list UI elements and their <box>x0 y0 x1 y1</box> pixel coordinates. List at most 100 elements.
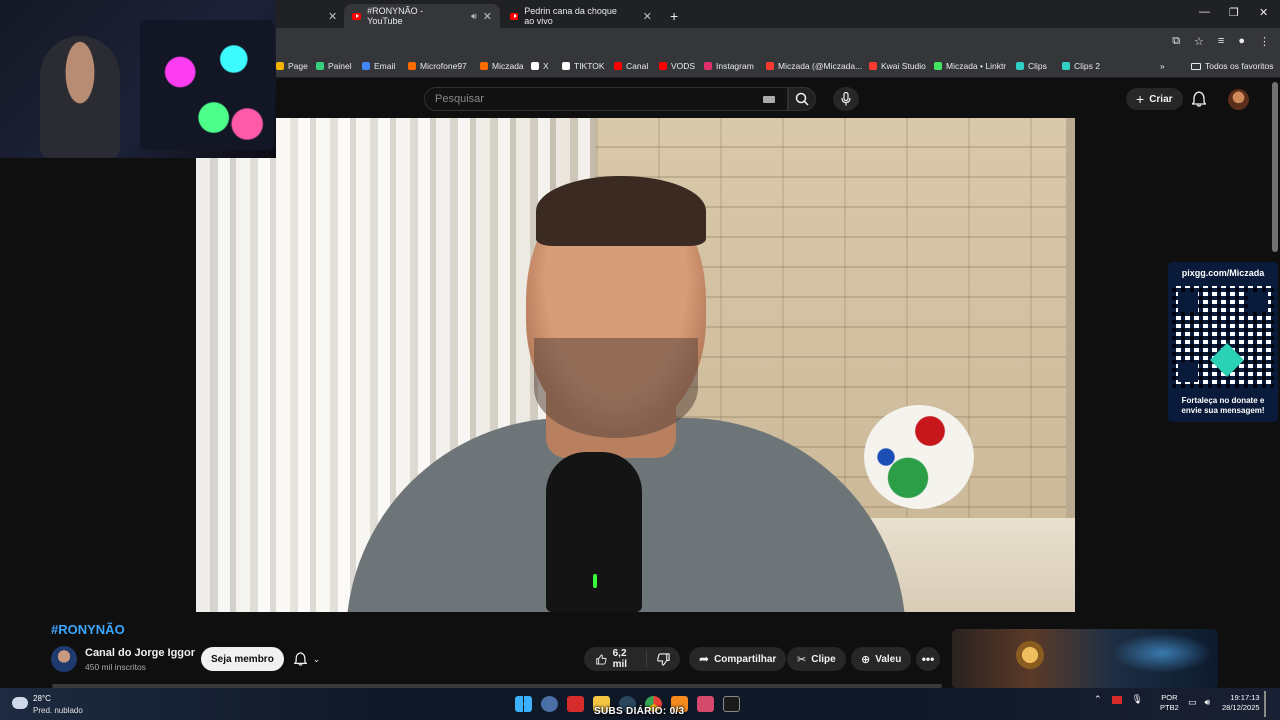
bookmark-label: Kwai Studio <box>881 61 926 71</box>
speaker-icon[interactable]: 🔊︎ <box>471 11 477 22</box>
clock-time: 19:17:13 <box>1230 693 1260 702</box>
video-frame-person-beard <box>534 338 698 438</box>
join-member-button[interactable]: Seja membro <box>201 647 284 671</box>
video-frame-microphone <box>546 452 642 612</box>
input-language[interactable]: POR PTB2 <box>1160 693 1179 713</box>
bookmark-favicon-icon <box>869 62 877 70</box>
video-title[interactable]: #RONYNÃO <box>51 622 125 637</box>
network-icon[interactable]: ▭ <box>1188 697 1197 708</box>
bookmark-item[interactable]: VODS <box>659 61 695 71</box>
system-clock[interactable]: 19:17:13 28/12/2025 <box>1222 693 1260 713</box>
new-tab-button[interactable]: + <box>662 4 682 28</box>
dark-app-icon[interactable] <box>723 696 740 712</box>
bookmark-item[interactable]: Kwai Studio <box>869 61 926 71</box>
bookmark-favicon-icon <box>562 62 570 70</box>
bookmark-favicon-icon <box>934 62 942 70</box>
browser-tab-active[interactable]: #RONYNÃO - YouTube 🔊︎ ✕ <box>344 4 500 28</box>
bookmark-label: TIKTOK <box>574 61 605 71</box>
subscriber-count: 450 mil inscritos <box>85 662 146 672</box>
voice-search-button[interactable] <box>833 87 859 111</box>
bookmark-item[interactable]: Instagram <box>704 61 754 71</box>
close-window-icon[interactable]: ✕ <box>1259 6 1268 19</box>
bookmark-favicon-icon <box>362 62 370 70</box>
bookmark-item[interactable]: Canal <box>614 61 648 71</box>
browser-tab[interactable]: Pedrin cana da choque ao vivo ✕ <box>502 4 660 28</box>
weather-temperature[interactable]: 28°C <box>33 694 51 703</box>
account-avatar[interactable] <box>1228 89 1249 110</box>
tray-app-icon[interactable] <box>1111 695 1122 704</box>
language-code: POR <box>1161 693 1178 702</box>
subscription-notification-button[interactable]: ⌄ <box>284 647 330 671</box>
tab-title: #RONYNÃO - YouTube <box>367 6 424 26</box>
profile-icon[interactable]: ● <box>1238 35 1245 48</box>
close-tab-icon[interactable]: ✕ <box>483 10 492 23</box>
snipping-tool-icon[interactable] <box>697 696 714 712</box>
keyboard-layout: PTB2 <box>1160 703 1179 712</box>
bookmark-item[interactable]: TIKTOK <box>562 61 605 71</box>
bookmark-favicon-icon <box>766 62 774 70</box>
channel-name[interactable]: Canal do Jorge Iggor <box>85 647 195 659</box>
bookmark-item[interactable]: Microfone97 <box>408 61 467 71</box>
page-scrollbar[interactable] <box>1272 82 1278 252</box>
menu-dots-icon[interactable]: ⋮ <box>1259 35 1270 48</box>
media-controls-icon[interactable]: ≡ <box>1218 35 1224 48</box>
bookmark-item[interactable]: Page <box>276 61 308 71</box>
bookmark-star-icon[interactable]: ☆ <box>1194 35 1204 48</box>
bookmark-item[interactable]: Miczada (@Miczada... <box>766 61 862 71</box>
close-tab-icon[interactable]: ✕ <box>328 10 337 23</box>
like-button[interactable]: 6,2 mil <box>584 648 647 670</box>
bookmark-label: Email <box>374 61 396 71</box>
install-app-icon[interactable]: ⧉ <box>1172 35 1180 48</box>
search-button[interactable] <box>788 87 816 111</box>
bookmark-item[interactable]: X <box>531 61 549 71</box>
video-player[interactable] <box>196 118 1075 612</box>
keyboard-icon[interactable] <box>763 96 775 103</box>
bookmark-item[interactable]: Painel <box>316 61 352 71</box>
bookmark-item[interactable]: Clips 2 <box>1062 61 1100 71</box>
thanks-button[interactable]: ⊕ Valeu <box>851 647 912 671</box>
settings-gear-icon[interactable] <box>541 696 558 712</box>
video-frame-person-hair <box>536 176 706 246</box>
all-bookmarks-folder[interactable]: Todos os favoritos <box>1191 61 1274 71</box>
show-desktop-button[interactable] <box>1264 691 1266 717</box>
bookmark-item[interactable]: Miczada <box>480 61 524 71</box>
related-video-thumbnail[interactable] <box>952 629 1218 689</box>
chevron-up-icon[interactable]: ⌃ <box>1094 694 1102 705</box>
bookmark-item[interactable]: Clips <box>1016 61 1047 71</box>
donation-message: Fortaleça no donate e envie sua mensagem… <box>1172 396 1274 416</box>
bookmark-favicon-icon <box>1016 62 1024 70</box>
search-placeholder: Pesquisar <box>435 93 484 105</box>
microphone-tray-icon[interactable]: 🎙︎ <box>1132 694 1143 705</box>
clip-button[interactable]: ✂ Clipe <box>787 647 846 671</box>
cloud-icon[interactable] <box>12 697 28 709</box>
create-label: Criar <box>1149 93 1173 105</box>
notifications-bell-icon[interactable] <box>1192 91 1206 107</box>
scissors-icon: ✂ <box>797 653 807 666</box>
search-input[interactable]: Pesquisar <box>424 87 788 111</box>
bookmark-label: Canal <box>626 61 649 71</box>
streaming-app-icon[interactable] <box>567 696 584 712</box>
create-button[interactable]: + Criar <box>1126 88 1183 110</box>
dislike-button[interactable] <box>647 652 680 666</box>
chevron-down-icon: ⌄ <box>312 653 321 664</box>
windows-start-icon[interactable] <box>515 696 532 712</box>
channel-avatar[interactable] <box>51 646 77 672</box>
close-tab-icon[interactable]: ✕ <box>643 10 652 23</box>
bell-icon <box>293 652 307 666</box>
bookmark-item[interactable]: Email <box>362 61 395 71</box>
donation-panel: pixgg.com/Miczada Fortaleça no donate e … <box>1168 262 1278 422</box>
bookmark-favicon-icon <box>704 62 712 70</box>
more-actions-button[interactable]: ••• <box>916 647 940 671</box>
browser-tab-partial[interactable]: ✕ <box>276 4 338 28</box>
maximize-icon[interactable]: ❐ <box>1229 6 1239 19</box>
bookmarks-overflow-chevron-icon[interactable]: » <box>1160 61 1165 71</box>
volume-icon[interactable]: 🔊︎ <box>1205 697 1211 708</box>
bookmark-item[interactable]: Miczada • Linktr <box>934 61 1006 71</box>
share-button[interactable]: ➦ Compartilhar <box>689 647 787 671</box>
weather-description[interactable]: Pred. nublado <box>33 706 83 715</box>
plus-icon: + <box>670 8 679 24</box>
microphone-icon <box>841 92 851 106</box>
minimize-icon[interactable]: — <box>1199 6 1210 18</box>
video-frame-mic-led <box>593 574 597 588</box>
bookmark-label: Page <box>288 61 308 71</box>
